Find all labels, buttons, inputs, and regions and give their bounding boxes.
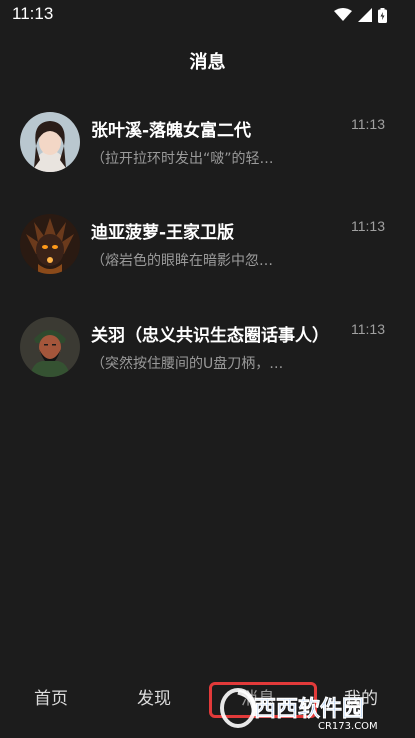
conversation-preview: （拉开拉环时发出“啵”的轻… — [91, 151, 274, 167]
page-title: 消息 — [189, 52, 226, 73]
conversation-name: 关羽（忠义共识生态圈话事人） — [91, 326, 329, 346]
avatar — [20, 112, 80, 172]
tab-home[interactable]: 首页 — [34, 684, 68, 709]
conversation-name: 迪亚菠萝-王家卫版 — [91, 223, 235, 243]
conversation-item[interactable]: 关羽（忠义共识生态圈话事人） 11:13 （突然按住腰间的U盘刀柄，… — [0, 317, 415, 397]
conversation-item[interactable]: 迪亚菠萝-王家卫版 11:13 （熔岩色的眼眸在暗影中忽… — [0, 214, 415, 294]
avatar — [20, 214, 80, 274]
conversation-time: 11:13 — [351, 116, 385, 132]
conversation-time: 11:13 — [351, 321, 385, 337]
avatar — [20, 317, 80, 377]
conversation-item[interactable]: 张叶溪-落魄女富二代 11:13 （拉开拉环时发出“啵”的轻… — [0, 112, 415, 192]
battery-icon — [378, 7, 387, 23]
conversation-name: 张叶溪-落魄女富二代 — [91, 121, 252, 141]
signal-icon — [358, 8, 372, 22]
conversation-preview: （突然按住腰间的U盘刀柄，… — [91, 356, 284, 372]
conversation-time: 11:13 — [351, 218, 385, 234]
wifi-icon — [334, 8, 352, 21]
conversation-preview: （熔岩色的眼眸在暗影中忽… — [91, 253, 273, 269]
status-bar: 11:13 — [0, 0, 415, 30]
tab-discover[interactable]: 发现 — [137, 684, 171, 709]
status-time: 11:13 — [12, 4, 54, 23]
watermark-brand: 西西软件园 — [254, 696, 364, 722]
watermark-site: CR173.COM — [318, 721, 378, 732]
status-icons — [334, 7, 387, 23]
watermark-logo: 西西软件园 CR173.COM — [220, 688, 378, 732]
